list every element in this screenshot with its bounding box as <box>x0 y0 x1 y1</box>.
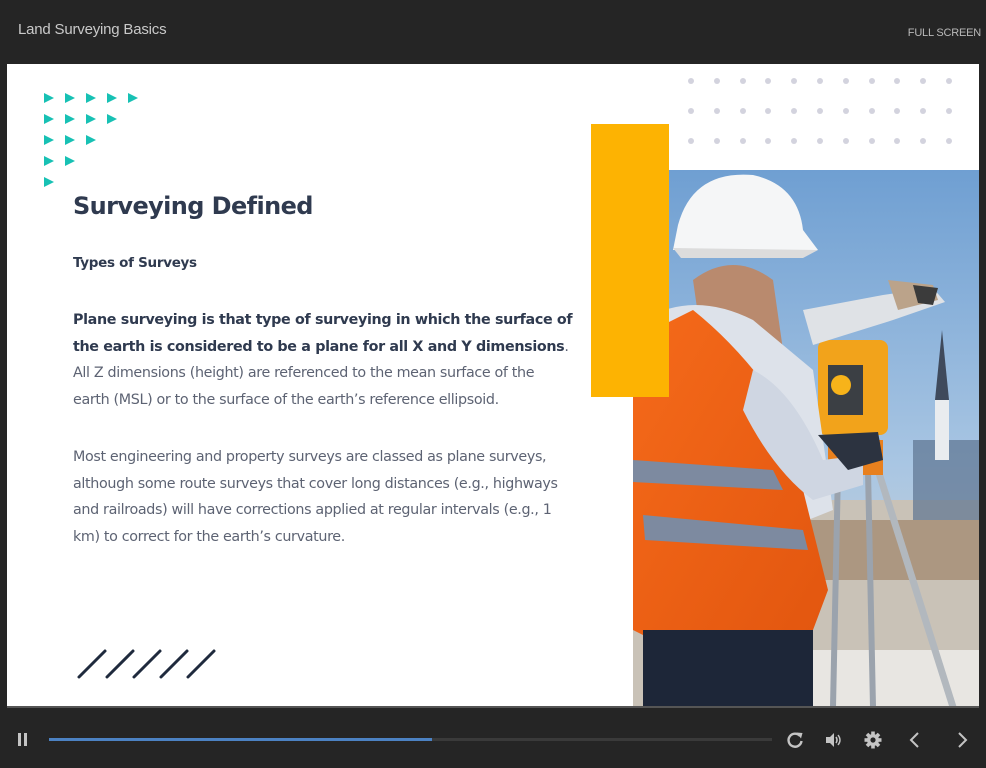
grid-dot <box>816 78 823 84</box>
triangle-arrow-icon <box>44 177 54 187</box>
replay-icon <box>787 732 803 748</box>
grid-dot <box>945 108 952 114</box>
pause-button[interactable] <box>17 733 31 747</box>
paragraph-plane-surveying: Plane surveying is that type of surveyin… <box>73 307 573 414</box>
paragraph-engineering-surveys: Most engineering and property surveys ar… <box>73 449 558 546</box>
grid-dot <box>920 78 927 84</box>
slash-pattern-decoration <box>77 649 216 679</box>
pause-icon-bar <box>24 733 27 746</box>
grid-dot <box>688 78 694 84</box>
paragraph-bold-definition: Plane surveying is that type of surveyin… <box>73 312 573 355</box>
course-title: Land Surveying Basics <box>18 21 167 38</box>
triangle-arrow-icon <box>65 156 75 166</box>
volume-icon <box>826 733 841 747</box>
player-controls <box>0 708 986 768</box>
progress-fill <box>49 738 433 741</box>
grid-dot <box>791 78 798 84</box>
grid-dot <box>791 108 798 114</box>
grid-dot <box>688 108 694 114</box>
triangle-arrow-icon <box>128 93 138 103</box>
slide-canvas: Surveying Defined Types of Surveys Plane… <box>7 64 979 707</box>
grid-dot <box>765 108 772 114</box>
grid-dot <box>739 108 746 114</box>
triangle-arrow-icon <box>44 114 54 124</box>
grid-dot <box>842 78 849 84</box>
grid-dot <box>894 108 901 114</box>
grid-dot <box>713 138 720 144</box>
next-slide-button[interactable] <box>951 729 973 751</box>
pause-icon-bar <box>18 733 21 746</box>
surveyor-photo <box>633 170 979 707</box>
grid-dot <box>945 138 952 144</box>
chevron-left-icon <box>909 732 919 748</box>
dot-row <box>688 138 972 168</box>
grid-dot <box>920 108 927 114</box>
grid-dot <box>713 108 720 114</box>
triangle-arrow-icon <box>44 156 54 166</box>
yellow-accent-block <box>591 124 669 397</box>
previous-slide-button[interactable] <box>904 729 926 751</box>
grid-dot <box>791 138 798 144</box>
volume-button[interactable] <box>823 729 845 751</box>
grid-dot <box>842 138 849 144</box>
grid-dot <box>816 138 823 144</box>
slash-mark <box>77 649 107 679</box>
grid-dot <box>894 138 901 144</box>
arrow-pattern-decoration <box>44 93 149 198</box>
grid-dot <box>868 108 875 114</box>
triangle-arrow-icon <box>65 135 75 145</box>
grid-dot <box>713 78 720 84</box>
fullscreen-button[interactable]: FULL SCREEN <box>908 27 981 39</box>
grid-dot <box>868 138 875 144</box>
replay-button[interactable] <box>784 729 806 751</box>
arrow-row <box>44 114 149 135</box>
arrow-row <box>44 156 149 177</box>
triangle-arrow-icon <box>86 135 96 145</box>
slide-subtitle: Types of Surveys <box>73 255 197 271</box>
grid-dot <box>842 108 849 114</box>
top-bar: Land Surveying Basics FULL SCREEN <box>0 0 986 64</box>
triangle-arrow-icon <box>65 114 75 124</box>
arrow-row <box>44 135 149 156</box>
triangle-arrow-icon <box>86 93 96 103</box>
grid-dot <box>816 108 823 114</box>
triangle-arrow-icon <box>44 93 54 103</box>
triangle-arrow-icon <box>86 114 96 124</box>
settings-button[interactable] <box>862 729 884 751</box>
grid-dot <box>894 78 901 84</box>
slide-title: Surveying Defined <box>73 192 313 220</box>
grid-dot <box>765 78 772 84</box>
grid-dot <box>920 138 927 144</box>
dot-row <box>688 78 972 108</box>
grid-dot <box>765 138 772 144</box>
grid-dot <box>868 78 875 84</box>
slash-mark <box>105 649 135 679</box>
slash-mark <box>132 649 162 679</box>
triangle-arrow-icon <box>107 114 117 124</box>
chevron-right-icon <box>958 732 968 748</box>
triangle-arrow-icon <box>44 135 54 145</box>
triangle-arrow-icon <box>107 93 117 103</box>
dot-grid-decoration <box>688 78 972 168</box>
surveyor-illustration <box>633 170 979 707</box>
grid-dot <box>945 78 952 84</box>
slash-mark <box>159 649 189 679</box>
grid-dot <box>688 138 694 144</box>
slash-mark <box>186 649 216 679</box>
dot-row <box>688 108 972 138</box>
arrow-row <box>44 93 149 114</box>
gear-icon <box>864 731 882 749</box>
grid-dot <box>739 78 746 84</box>
triangle-arrow-icon <box>65 93 75 103</box>
progress-track[interactable] <box>49 738 772 741</box>
grid-dot <box>739 138 746 144</box>
